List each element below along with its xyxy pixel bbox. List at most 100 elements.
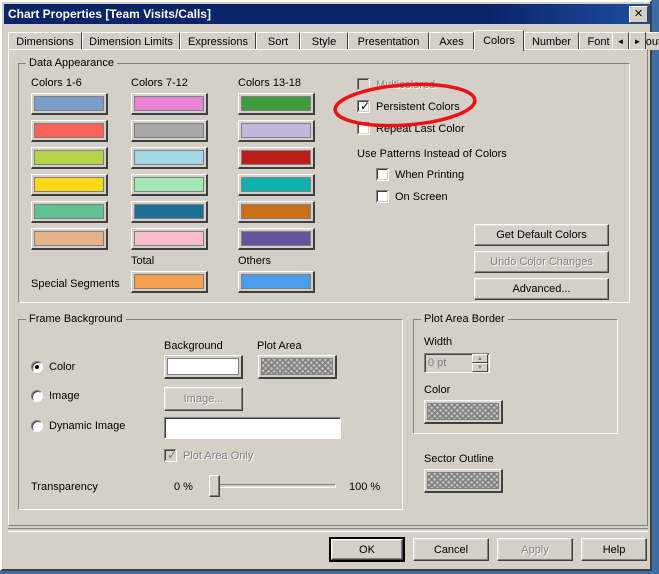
color-fill-1 — [34, 96, 104, 111]
color-swatch-14[interactable] — [238, 120, 315, 142]
transparency-min-label: 0 % — [174, 481, 193, 493]
others-color-swatch[interactable] — [238, 271, 315, 293]
color-fill-11 — [134, 204, 204, 219]
tab-axes[interactable]: Axes — [429, 32, 474, 50]
color-swatch-6[interactable] — [31, 228, 108, 250]
dynamic-image-input[interactable] — [164, 417, 341, 439]
dialog-footer: OK Cancel Apply Help — [4, 528, 650, 571]
tab-style[interactable]: Style — [300, 32, 348, 50]
color-swatch-5[interactable] — [31, 201, 108, 223]
color-fill-7 — [134, 96, 204, 111]
data-appearance-label: Data Appearance — [26, 57, 118, 69]
tab-dimensions[interactable]: Dimensions — [8, 32, 82, 50]
special-segments-label: Special Segments — [31, 278, 120, 290]
color-swatch-9[interactable] — [131, 147, 208, 169]
title-bar: Chart Properties [Team Visits/Calls] ✕ — [4, 4, 650, 24]
color-swatch-4[interactable] — [31, 174, 108, 196]
background-color-fill — [167, 358, 239, 375]
color-fill-17 — [241, 204, 311, 219]
border-color-swatch[interactable] — [424, 400, 503, 424]
transparency-max-label: 100 % — [349, 481, 381, 493]
color-fill-3 — [34, 150, 104, 165]
others-label: Others — [238, 255, 272, 267]
ok-button[interactable]: OK — [329, 537, 405, 562]
repeat-last-color-checkbox[interactable]: Repeat Last Color — [357, 122, 465, 135]
sector-outline-label: Sector Outline — [424, 453, 494, 465]
on-screen-label: On Screen — [395, 190, 448, 203]
color-fill-10 — [134, 177, 204, 192]
color-swatch-1[interactable] — [31, 93, 108, 115]
get-default-colors-button[interactable]: Get Default Colors — [474, 224, 609, 246]
colors-13-18-label: Colors 13-18 — [238, 77, 301, 89]
total-color-swatch[interactable] — [131, 271, 208, 293]
spinner-up-icon[interactable]: ▲ — [472, 354, 488, 363]
color-fill-2 — [34, 123, 104, 138]
tab-scroll-right-icon[interactable]: ► — [629, 32, 646, 50]
colors-1-6-label: Colors 1-6 — [31, 77, 82, 89]
color-swatch-17[interactable] — [238, 201, 315, 223]
cancel-button[interactable]: Cancel — [413, 538, 489, 561]
color-swatch-10[interactable] — [131, 174, 208, 196]
total-color-fill — [134, 274, 204, 289]
tab-expressions[interactable]: Expressions — [180, 32, 256, 50]
tab-number[interactable]: Number — [524, 32, 579, 50]
radio-image-box — [31, 390, 43, 402]
sector-outline-swatch[interactable] — [424, 469, 503, 493]
window-title: Chart Properties [Team Visits/Calls] — [8, 7, 211, 21]
plot-area-color-swatch[interactable] — [258, 355, 337, 379]
color-fill-6 — [34, 231, 104, 246]
color-swatch-12[interactable] — [131, 228, 208, 250]
multicolored-checkbox[interactable]: Multicolored — [357, 78, 435, 91]
color-swatch-3[interactable] — [31, 147, 108, 169]
sector-outline-pattern-fill — [427, 472, 499, 489]
color-fill-15 — [241, 150, 311, 165]
transparency-slider-thumb[interactable] — [209, 475, 220, 497]
apply-button[interactable]: Apply — [497, 538, 573, 561]
color-swatch-16[interactable] — [238, 174, 315, 196]
color-swatch-18[interactable] — [238, 228, 315, 250]
color-swatch-7[interactable] — [131, 93, 208, 115]
ok-button-label: OK — [331, 539, 403, 560]
color-fill-16 — [241, 177, 311, 192]
color-fill-14 — [241, 123, 311, 138]
colors-tab-page: Data Appearance Colors 1-6 Colors 7-12 C… — [8, 49, 648, 526]
footer-divider — [8, 528, 648, 532]
check-icon: ✓ — [360, 99, 371, 113]
radio-color[interactable]: Color — [31, 361, 75, 373]
tab-dimension-limits[interactable]: Dimension Limits — [82, 32, 180, 50]
radio-dynamic-image[interactable]: Dynamic Image — [31, 420, 125, 432]
color-swatch-15[interactable] — [238, 147, 315, 169]
background-color-swatch[interactable] — [164, 355, 243, 379]
color-swatch-2[interactable] — [31, 120, 108, 142]
plot-area-only-label: Plot Area Only — [183, 449, 254, 462]
on-screen-checkbox[interactable]: On Screen — [376, 190, 448, 203]
border-width-stepper[interactable]: ▲ ▼ — [472, 354, 488, 372]
help-button[interactable]: Help — [581, 538, 647, 561]
persistent-colors-checkbox[interactable]: ✓ Persistent Colors — [357, 100, 460, 113]
transparency-slider-track[interactable] — [213, 484, 336, 488]
border-color-label: Color — [424, 384, 451, 396]
spinner-down-icon[interactable]: ▼ — [472, 363, 488, 372]
color-swatch-11[interactable] — [131, 201, 208, 223]
persistent-colors-checkbox-box: ✓ — [357, 100, 370, 113]
color-swatch-8[interactable] — [131, 120, 208, 142]
image-browse-button[interactable]: Image... — [164, 387, 243, 411]
radio-image[interactable]: Image — [31, 390, 80, 402]
plot-area-only-checkbox[interactable]: ✓ Plot Area Only — [164, 449, 253, 462]
color-swatch-13[interactable] — [238, 93, 315, 115]
repeat-last-color-label: Repeat Last Color — [376, 122, 465, 135]
undo-color-changes-button[interactable]: Undo Color Changes — [474, 251, 609, 273]
close-icon[interactable]: ✕ — [629, 6, 648, 23]
tab-scroll-left-icon[interactable]: ◄ — [612, 32, 629, 50]
radio-dynamic-image-box — [31, 420, 43, 432]
tab-presentation[interactable]: Presentation — [348, 32, 429, 50]
radio-color-box — [31, 361, 43, 373]
advanced-button[interactable]: Advanced... — [474, 278, 609, 300]
tab-colors[interactable]: Colors — [474, 30, 524, 51]
radio-color-label: Color — [49, 361, 76, 373]
repeat-last-color-checkbox-box — [357, 122, 370, 135]
when-printing-checkbox[interactable]: When Printing — [376, 168, 464, 181]
tab-sort[interactable]: Sort — [256, 32, 300, 50]
color-fill-18 — [241, 231, 311, 246]
plot-area-border-label: Plot Area Border — [421, 313, 508, 325]
